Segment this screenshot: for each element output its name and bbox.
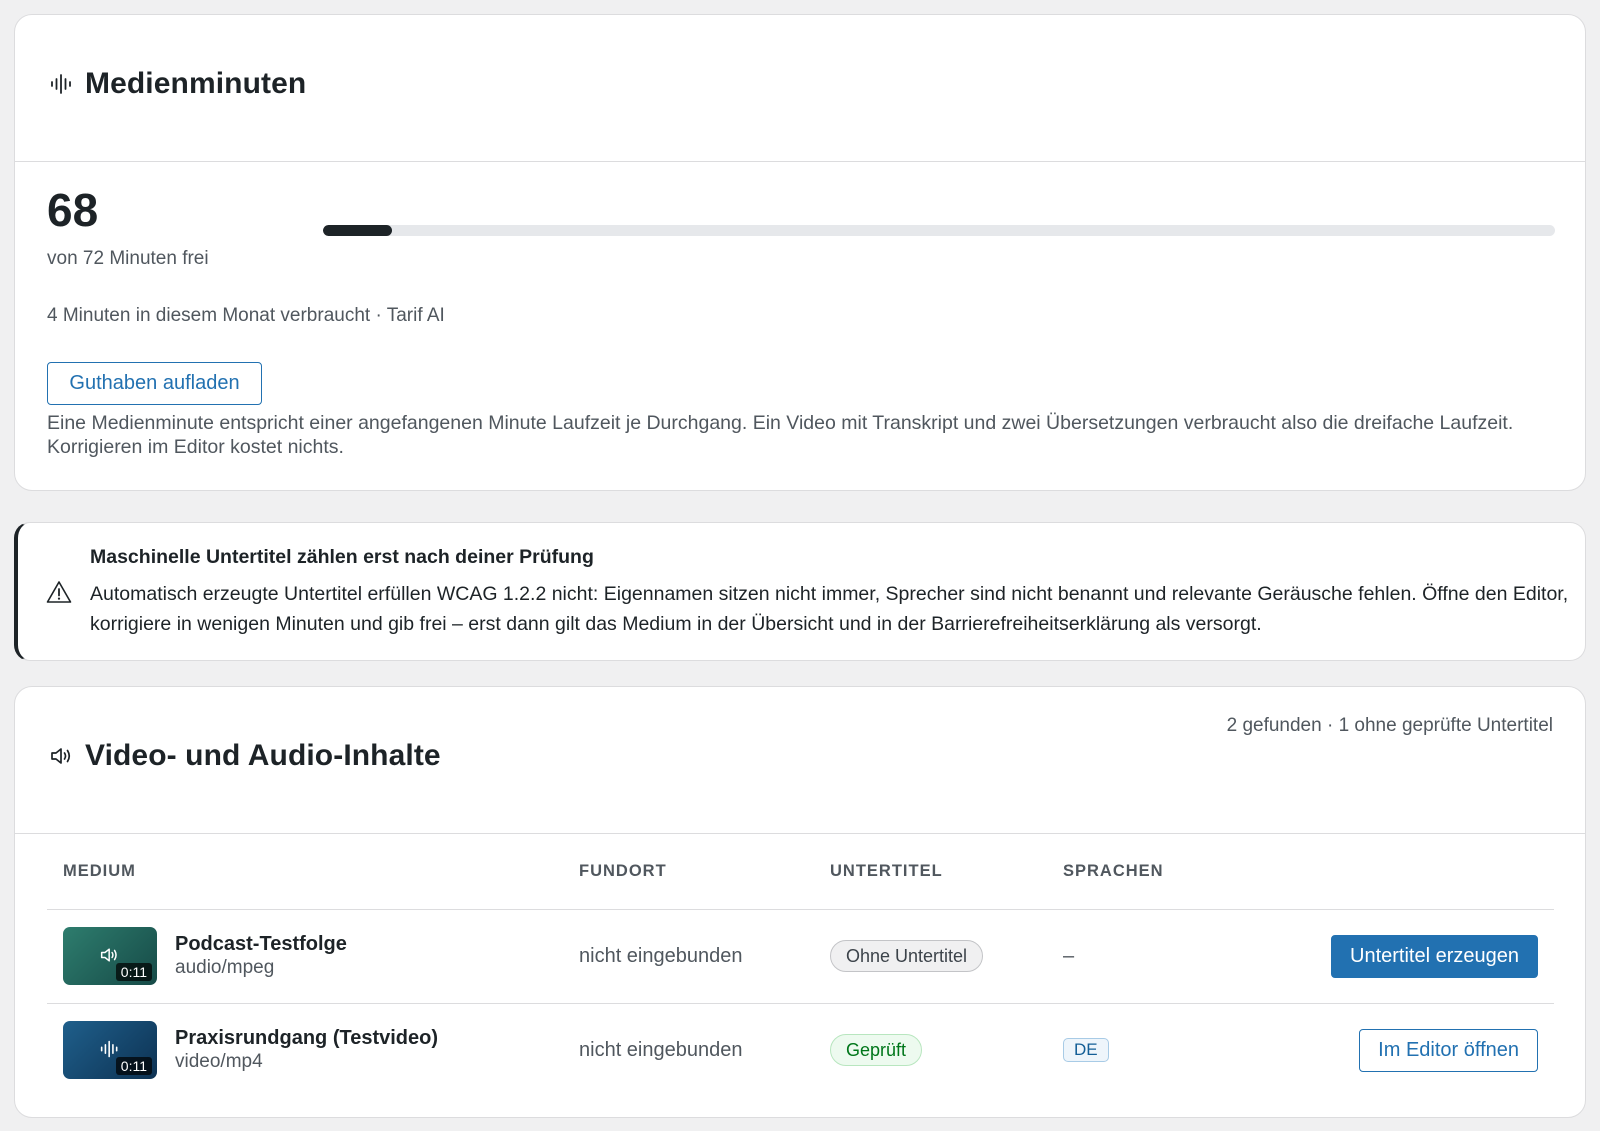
minutes-info-text: Eine Medienminute entspricht einer angef… <box>47 412 1514 458</box>
waveform-icon <box>100 1040 118 1058</box>
open-editor-button[interactable]: Im Editor öffnen <box>1359 1028 1538 1072</box>
media-minutes-header: Medienminuten <box>15 15 1585 162</box>
subtitle-review-notice: Maschinelle Untertitel zählen erst nach … <box>14 522 1586 661</box>
subtitle-cell: Ohne Untertitel <box>814 909 1047 1004</box>
actions-cell: Im Editor öffnen <box>1247 1003 1554 1097</box>
table-row: 0:11 Podcast-Testfolge audio/mpeg nicht … <box>47 909 1554 1004</box>
usage-summary: 4 Minuten in diesem Monat verbraucht · T… <box>47 305 445 326</box>
media-content-title-row: Video- und Audio-Inhalte <box>49 739 441 773</box>
warning-icon <box>46 581 72 603</box>
notice-text: Automatisch erzeugte Untertitel erfüllen… <box>90 583 1569 635</box>
medium-cell: 0:11 Podcast-Testfolge audio/mpeg <box>47 909 563 1004</box>
media-content-card: Video- und Audio-Inhalte 2 gefunden · 1 … <box>14 686 1586 1118</box>
medium-cell: 0:11 Praxisrundgang (Testvideo) video/mp… <box>47 1003 563 1097</box>
notice-title: Maschinelle Untertitel zählen erst nach … <box>90 546 594 568</box>
subtitle-cell: Geprüft <box>814 1003 1047 1097</box>
media-minutes-card: Medienminuten 68 von 72 Minuten frei 4 M… <box>14 14 1586 491</box>
media-table-header: MEDIUM FUNDORT UNTERTITEL SPRACHEN <box>47 834 1554 910</box>
column-header-medium: MEDIUM <box>47 834 563 910</box>
actions-cell: Untertitel erzeugen <box>1247 909 1554 1004</box>
column-header-location: FUNDORT <box>563 834 814 910</box>
media-text: Podcast-Testfolge audio/mpeg <box>175 932 347 980</box>
media-name: Praxisrundgang (Testvideo) <box>175 1027 439 1050</box>
media-table: MEDIUM FUNDORT UNTERTITEL SPRACHEN 0:11 … <box>47 834 1554 1097</box>
media-content-header: Video- und Audio-Inhalte 2 gefunden · 1 … <box>15 687 1585 834</box>
media-duration: 0:11 <box>115 963 152 981</box>
media-text: Praxisrundgang (Testvideo) video/mp4 <box>175 1026 438 1074</box>
topup-button[interactable]: Guthaben aufladen <box>47 362 262 405</box>
media-thumbnail[interactable]: 0:11 <box>63 1021 157 1080</box>
languages-cell: DE <box>1047 1003 1247 1097</box>
generate-subtitles-button[interactable]: Untertitel erzeugen <box>1331 934 1538 978</box>
media-type: video/mp4 <box>175 1051 263 1073</box>
speaker-icon <box>100 948 117 962</box>
languages-cell: – <box>1047 909 1247 1004</box>
column-header-actions <box>1247 834 1554 910</box>
location-cell: nicht eingebunden <box>563 909 814 1004</box>
media-type: audio/mpeg <box>175 957 275 978</box>
waveform-icon <box>51 74 71 94</box>
free-minutes-value: 68 <box>47 184 99 236</box>
minutes-progress-fill <box>323 225 392 236</box>
status-badge: Ohne Untertitel <box>830 940 984 972</box>
media-name: Podcast-Testfolge <box>175 933 347 955</box>
table-row: 0:11 Praxisrundgang (Testvideo) video/mp… <box>47 1003 1554 1097</box>
language-tag: DE <box>1063 1038 1109 1063</box>
location-cell: nicht eingebunden <box>579 1038 743 1061</box>
medium-info: 0:11 Podcast-Testfolge audio/mpeg <box>63 927 547 985</box>
free-minutes-label: von 72 Minuten frei <box>47 248 209 269</box>
speaker-icon <box>51 748 71 764</box>
status-badge: Geprüft <box>830 1034 923 1067</box>
column-header-subtitles: UNTERTITEL <box>814 834 1047 910</box>
minutes-progress-bar <box>323 225 1555 236</box>
media-duration: 0:11 <box>115 1057 152 1076</box>
media-minutes-title: Medienminuten <box>85 67 307 100</box>
media-minutes-title-row: Medienminuten <box>49 67 306 101</box>
medium-info: 0:11 Praxisrundgang (Testvideo) video/mp… <box>63 1021 547 1080</box>
media-count-summary: 2 gefunden · 1 ohne geprüfte Untertitel <box>1226 715 1553 736</box>
media-thumbnail[interactable]: 0:11 <box>63 927 157 985</box>
column-header-languages: SPRACHEN <box>1047 834 1247 910</box>
media-content-title: Video- und Audio-Inhalte <box>85 739 441 772</box>
